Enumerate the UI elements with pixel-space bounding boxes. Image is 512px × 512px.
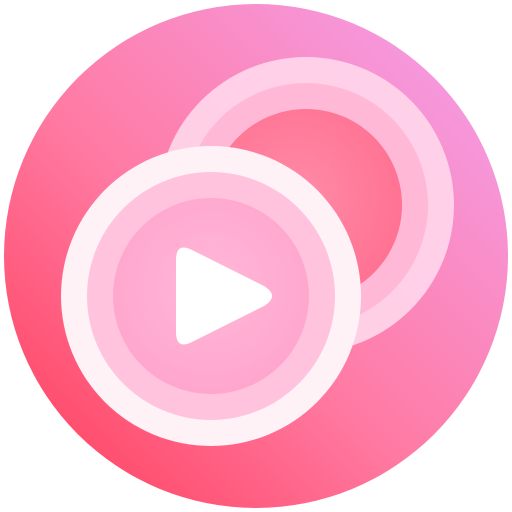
media-player-icon[interactable] — [0, 0, 512, 512]
app-icon-canvas — [0, 0, 512, 512]
front-disc[interactable] — [61, 146, 361, 446]
